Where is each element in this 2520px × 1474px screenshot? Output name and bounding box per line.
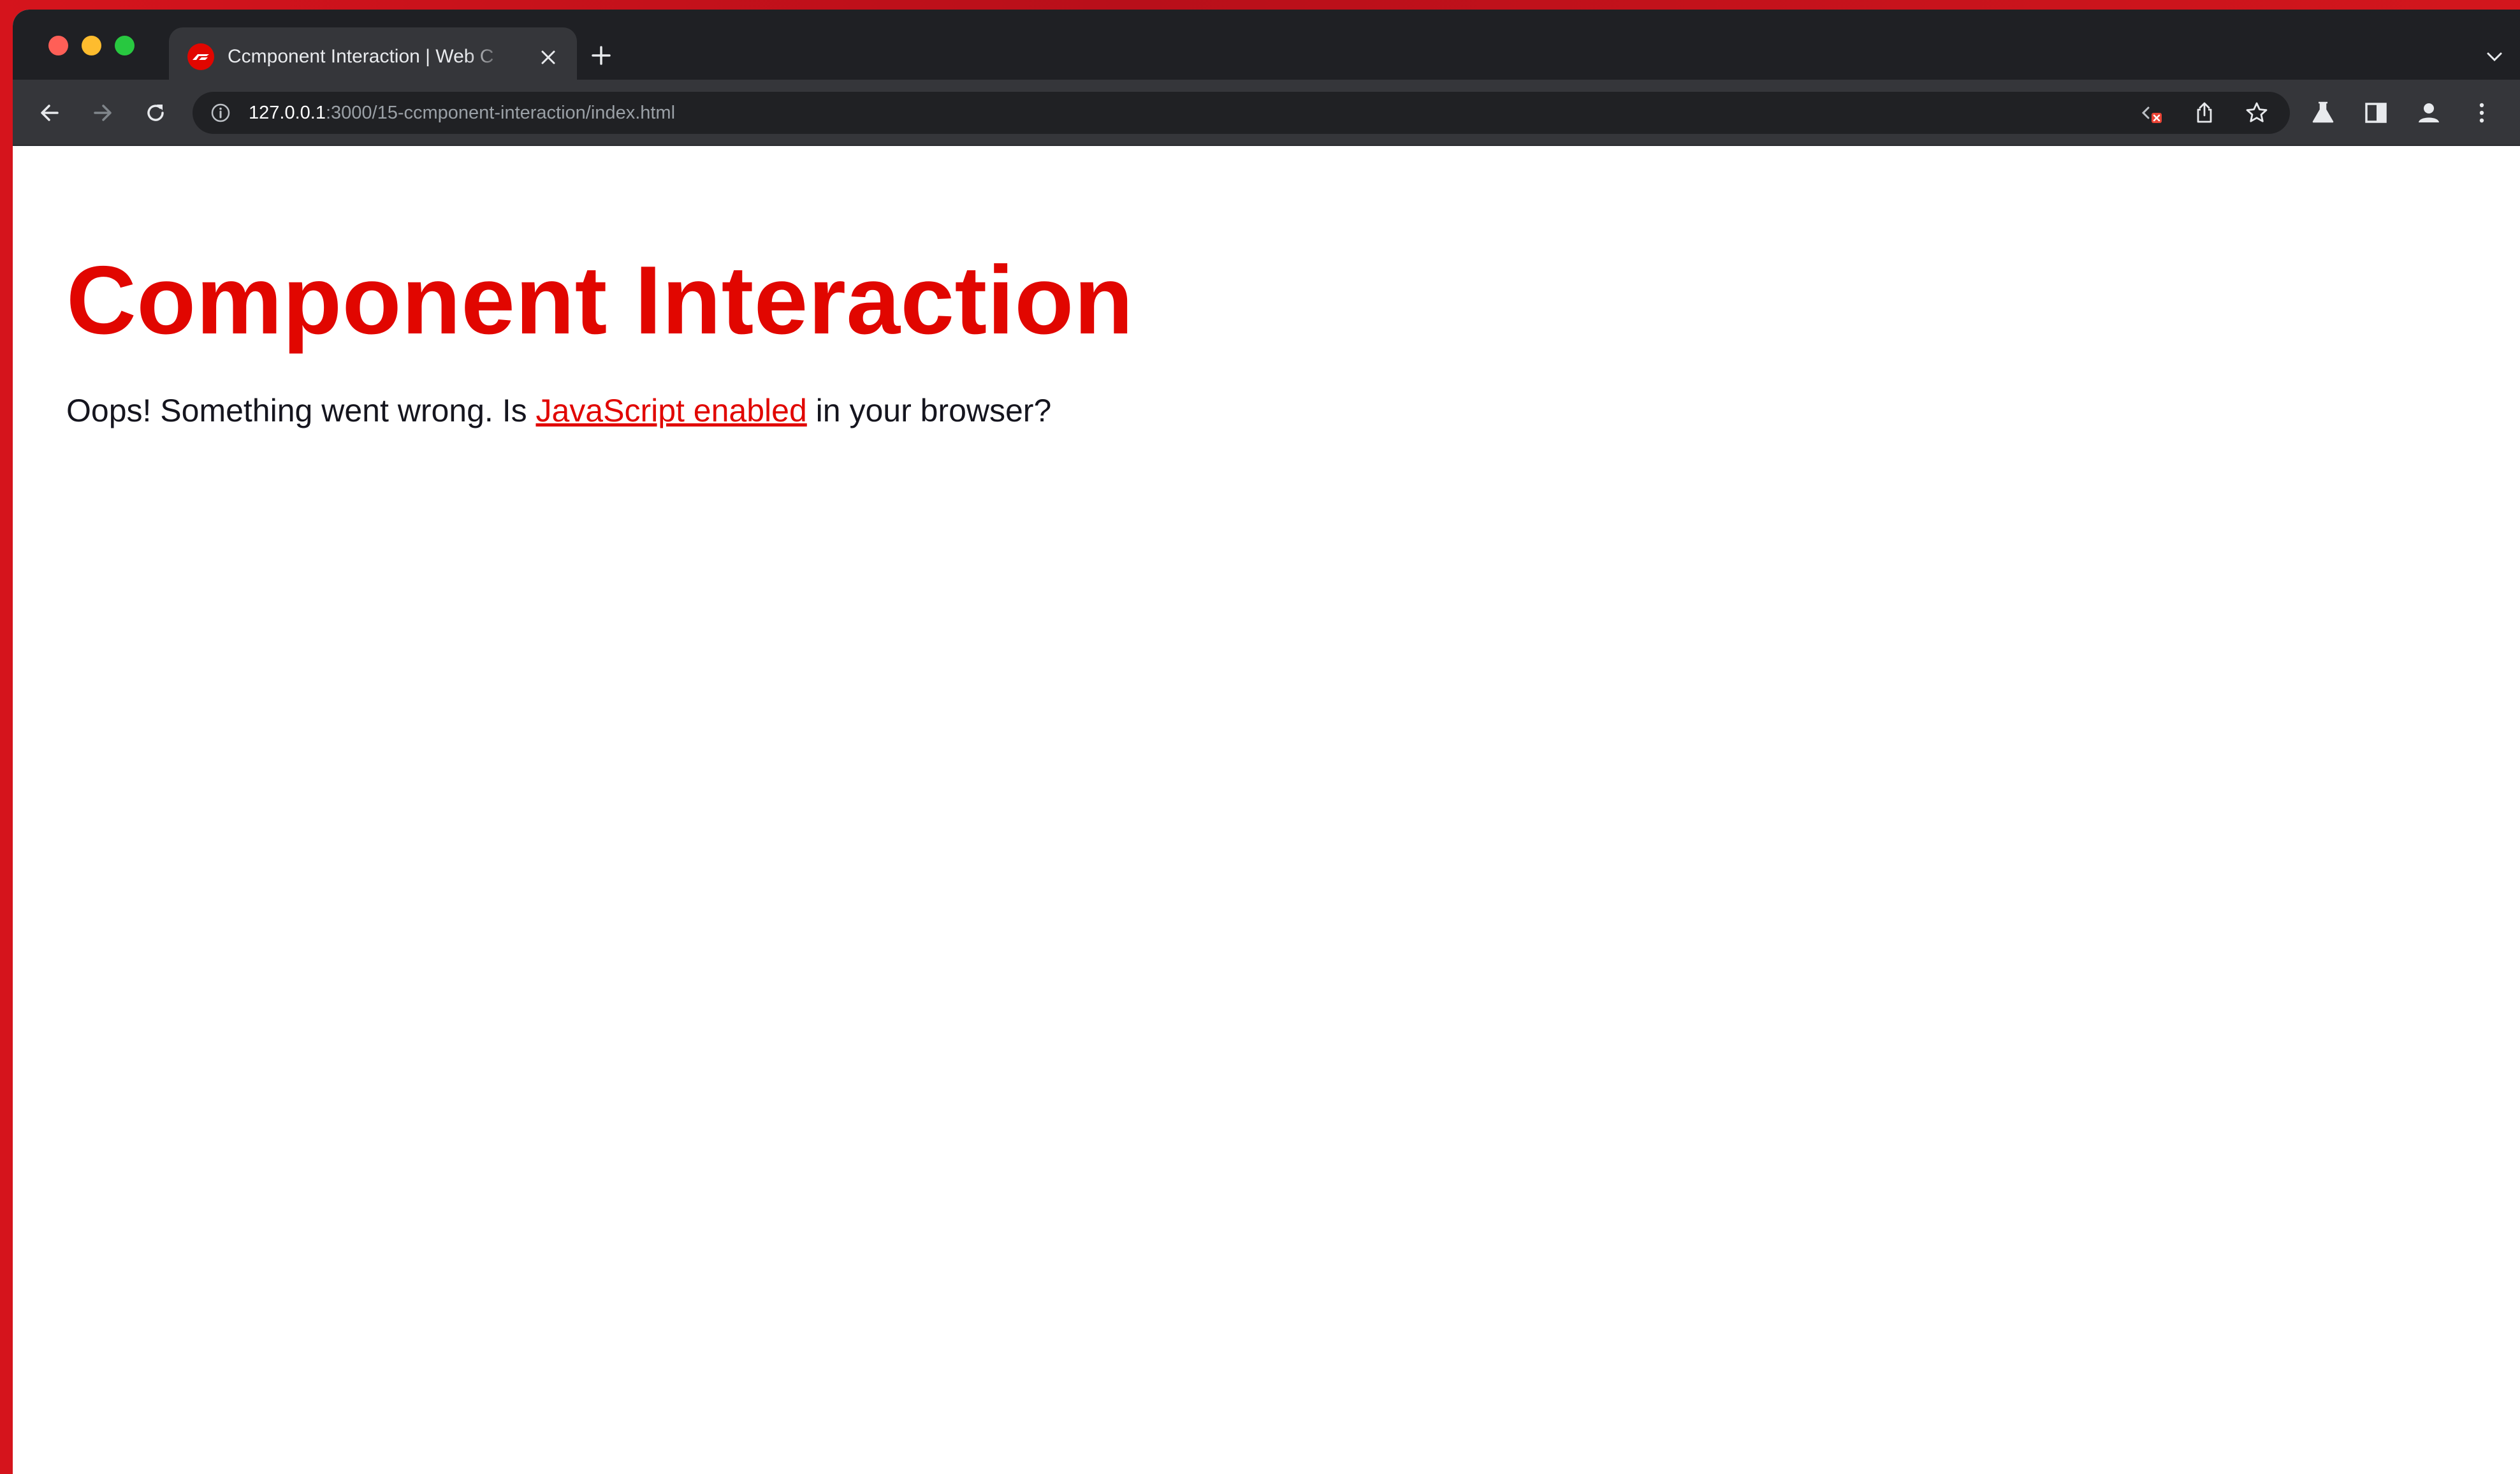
browser-menu-button[interactable] bbox=[2463, 94, 2501, 132]
error-message: Oops! Something went wrong. Is JavaScrip… bbox=[66, 388, 1051, 433]
kebab-menu-icon bbox=[2479, 103, 2484, 123]
profile-button[interactable] bbox=[2410, 94, 2448, 132]
star-icon[interactable] bbox=[2241, 98, 2272, 128]
window-maximize-button[interactable] bbox=[115, 36, 135, 55]
browser-window: Ccmponent Interaction | Web C 127.0.0.1:… bbox=[13, 10, 2520, 1474]
flask-icon bbox=[2312, 101, 2334, 123]
tab-title: Ccmponent Interaction | Web C bbox=[228, 46, 494, 67]
new-tab-icon[interactable] bbox=[583, 38, 619, 73]
info-icon[interactable] bbox=[209, 101, 232, 124]
f1-logo-icon bbox=[187, 43, 214, 70]
reload-button[interactable] bbox=[136, 94, 175, 132]
share-icon[interactable] bbox=[2189, 98, 2220, 128]
message-text-before: Oops! Something went wrong. Is bbox=[66, 393, 536, 428]
url-host: 127.0.0.1 bbox=[249, 103, 326, 123]
url-text[interactable]: 127.0.0.1:3000/15-ccmponent-interaction/… bbox=[249, 92, 675, 134]
side-panel-button[interactable] bbox=[2357, 94, 2395, 132]
browser-toolbar: 127.0.0.1:3000/15-ccmponent-interaction/… bbox=[13, 80, 2520, 146]
window-close-button[interactable] bbox=[48, 36, 68, 55]
close-tab-icon[interactable] bbox=[532, 41, 564, 73]
page-content: Component Interaction Oops! Something we… bbox=[13, 147, 2520, 1474]
side-panel-icon bbox=[2365, 103, 2387, 123]
labs-button[interactable] bbox=[2304, 94, 2342, 132]
reload-icon bbox=[147, 105, 164, 121]
forward-button[interactable] bbox=[84, 94, 122, 132]
chevron-down-icon[interactable] bbox=[2477, 39, 2512, 75]
tab-strip: Ccmponent Interaction | Web C bbox=[13, 10, 2520, 81]
arrow-right-icon bbox=[94, 105, 112, 121]
message-text-after: in your browser? bbox=[806, 393, 1052, 428]
arrow-left-icon bbox=[41, 105, 59, 121]
window-minimize-button[interactable] bbox=[82, 36, 101, 55]
page-title: Component Interaction bbox=[66, 246, 1134, 354]
url-path: :3000/15-ccmponent-interaction/index.htm… bbox=[325, 103, 676, 123]
profile-icon bbox=[2419, 103, 2439, 122]
active-tab[interactable]: Ccmponent Interaction | Web C bbox=[169, 27, 577, 81]
address-bar[interactable]: 127.0.0.1:3000/15-ccmponent-interaction/… bbox=[193, 92, 2290, 134]
javascript-enabled-link[interactable]: JavaScript enabled bbox=[535, 393, 806, 428]
back-button[interactable] bbox=[31, 94, 69, 132]
code-blocked-icon[interactable] bbox=[2137, 98, 2167, 128]
